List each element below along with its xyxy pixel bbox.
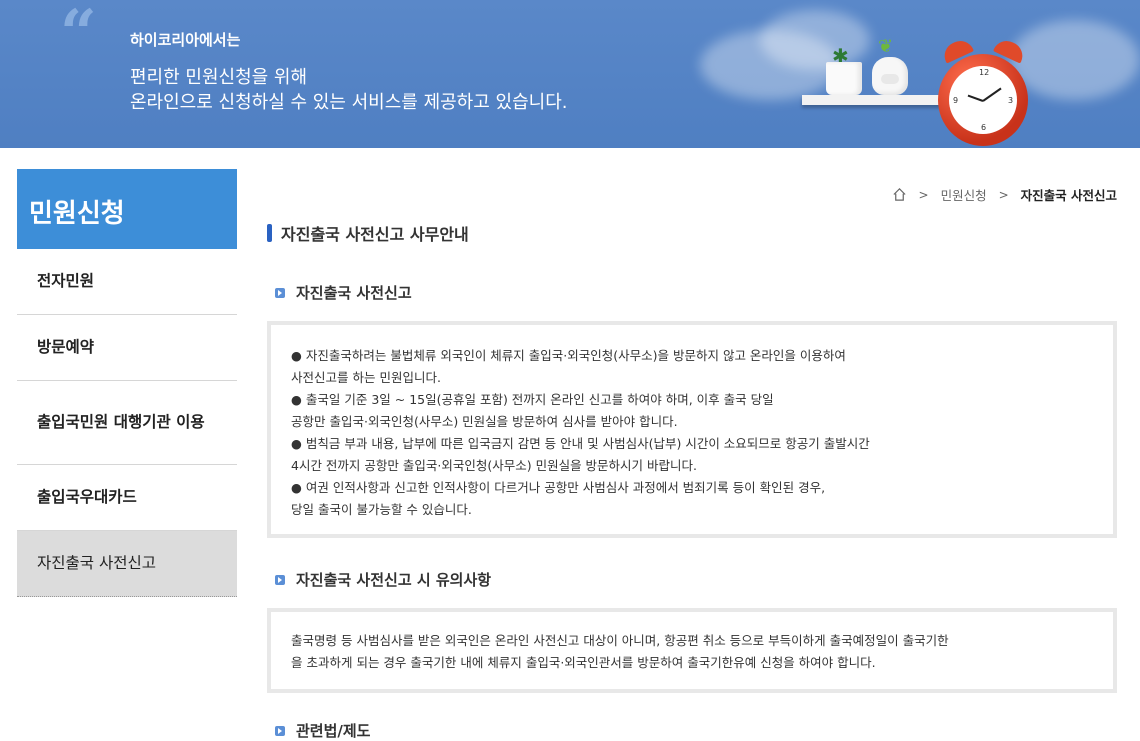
clock-num: 9 [953, 96, 959, 105]
info-line: ● 출국일 기준 3일 ~ 15일(공휴일 포함) 전까지 온라인 신고를 하여… [291, 392, 774, 407]
bullet-arrow-icon [275, 287, 285, 298]
page-title: 자진출국 사전신고 사무안내 [267, 221, 469, 245]
banner-small-title: 하이코리아에서는 [130, 31, 241, 49]
top-banner: “ 하이코리아에서는 편리한 민원신청을 위해 온라인으로 신청하실 수 있는 … [0, 0, 1140, 148]
cloud-decoration [760, 10, 870, 70]
sidebar-item-visit-reservation[interactable]: 방문예약 [17, 315, 237, 381]
title-bar-icon [267, 224, 272, 242]
info-line: 당일 출국이 불가능할 수 있습니다. [291, 502, 472, 517]
info-line: ● 여권 인적사항과 신고한 인적사항이 다르거나 공항만 사범심사 과정에서 … [291, 480, 826, 495]
section-heading: 자진출국 사전신고 시 유의사항 [275, 569, 491, 590]
bullet-arrow-icon [275, 725, 285, 736]
section-heading: 관련법/제도 [275, 720, 370, 741]
flower-pot-illustration [826, 62, 862, 95]
quote-icon: “ [60, 0, 97, 71]
clock-num: 3 [1008, 96, 1014, 105]
notice-line: 을 초과하게 되는 경우 출국기한 내에 체류지 출입국·외국인관서를 방문하여… [291, 655, 876, 670]
chevron-right-icon: > [998, 187, 1009, 202]
home-icon[interactable] [892, 187, 907, 202]
clock-num: 12 [979, 68, 990, 77]
bullet-arrow-icon [275, 574, 285, 585]
sidebar-item-agency[interactable]: 출입국민원 대행기관 이용 [17, 381, 237, 465]
banner-line-2: 온라인으로 신청하실 수 있는 서비스를 제공하고 있습니다. [130, 92, 568, 113]
notice-box: 출국명령 등 사범심사를 받은 외국인은 온라인 사전신고 대상이 아니며, 항… [267, 608, 1117, 693]
info-line: 공항만 출입국·외국인청(사무소) 민원실을 방문하여 심사를 받아야 합니다. [291, 414, 678, 429]
notice-line: 출국명령 등 사범심사를 받은 외국인은 온라인 사전신고 대상이 아니며, 항… [291, 633, 949, 648]
section-heading-text: 관련법/제도 [296, 722, 371, 740]
sprout-icon: ❦ [878, 36, 894, 57]
info-line: 4시간 전까지 공항만 출입국·외국인청(사무소) 민원실을 방문하시기 바랍니… [291, 458, 697, 473]
sidebar: 민원신청 전자민원 방문예약 출입국민원 대행기관 이용 출입국우대카드 자진출… [17, 169, 237, 597]
info-box: ● 자진출국하려는 불법체류 외국인이 체류지 출입국·외국인청(사무소)을 방… [267, 321, 1117, 538]
section-heading-text: 자진출국 사전신고 [296, 284, 412, 302]
breadcrumb-current: 자진출국 사전신고 [1020, 188, 1117, 203]
cloud-decoration [1010, 20, 1140, 100]
banner-line-1: 편리한 민원신청을 위해 [130, 67, 308, 88]
info-line: 사전신고를 하는 민원입니다. [291, 370, 441, 385]
section-heading-text: 자진출국 사전신고 시 유의사항 [296, 571, 492, 589]
shelf-illustration [802, 95, 952, 105]
chevron-right-icon: > [918, 187, 929, 202]
piggy-nose [881, 74, 899, 84]
info-line: ● 자진출국하려는 불법체류 외국인이 체류지 출입국·외국인청(사무소)을 방… [291, 348, 846, 363]
sidebar-item-priority-card[interactable]: 출입국우대카드 [17, 465, 237, 531]
section-heading: 자진출국 사전신고 [275, 282, 412, 303]
info-line: ● 범칙금 부과 내용, 납부에 따른 입국금지 감면 등 안내 및 사범심사(… [291, 436, 870, 451]
breadcrumb-item[interactable]: 민원신청 [941, 185, 987, 204]
sidebar-title: 민원신청 [17, 169, 237, 249]
page-title-text: 자진출국 사전신고 사무안내 [281, 225, 469, 244]
clock-num: 6 [981, 123, 987, 132]
breadcrumb: > 민원신청 > 자진출국 사전신고 [892, 185, 1117, 204]
sidebar-item-voluntary-departure[interactable]: 자진출국 사전신고 [17, 531, 237, 597]
sidebar-item-e-civil[interactable]: 전자민원 [17, 249, 237, 315]
